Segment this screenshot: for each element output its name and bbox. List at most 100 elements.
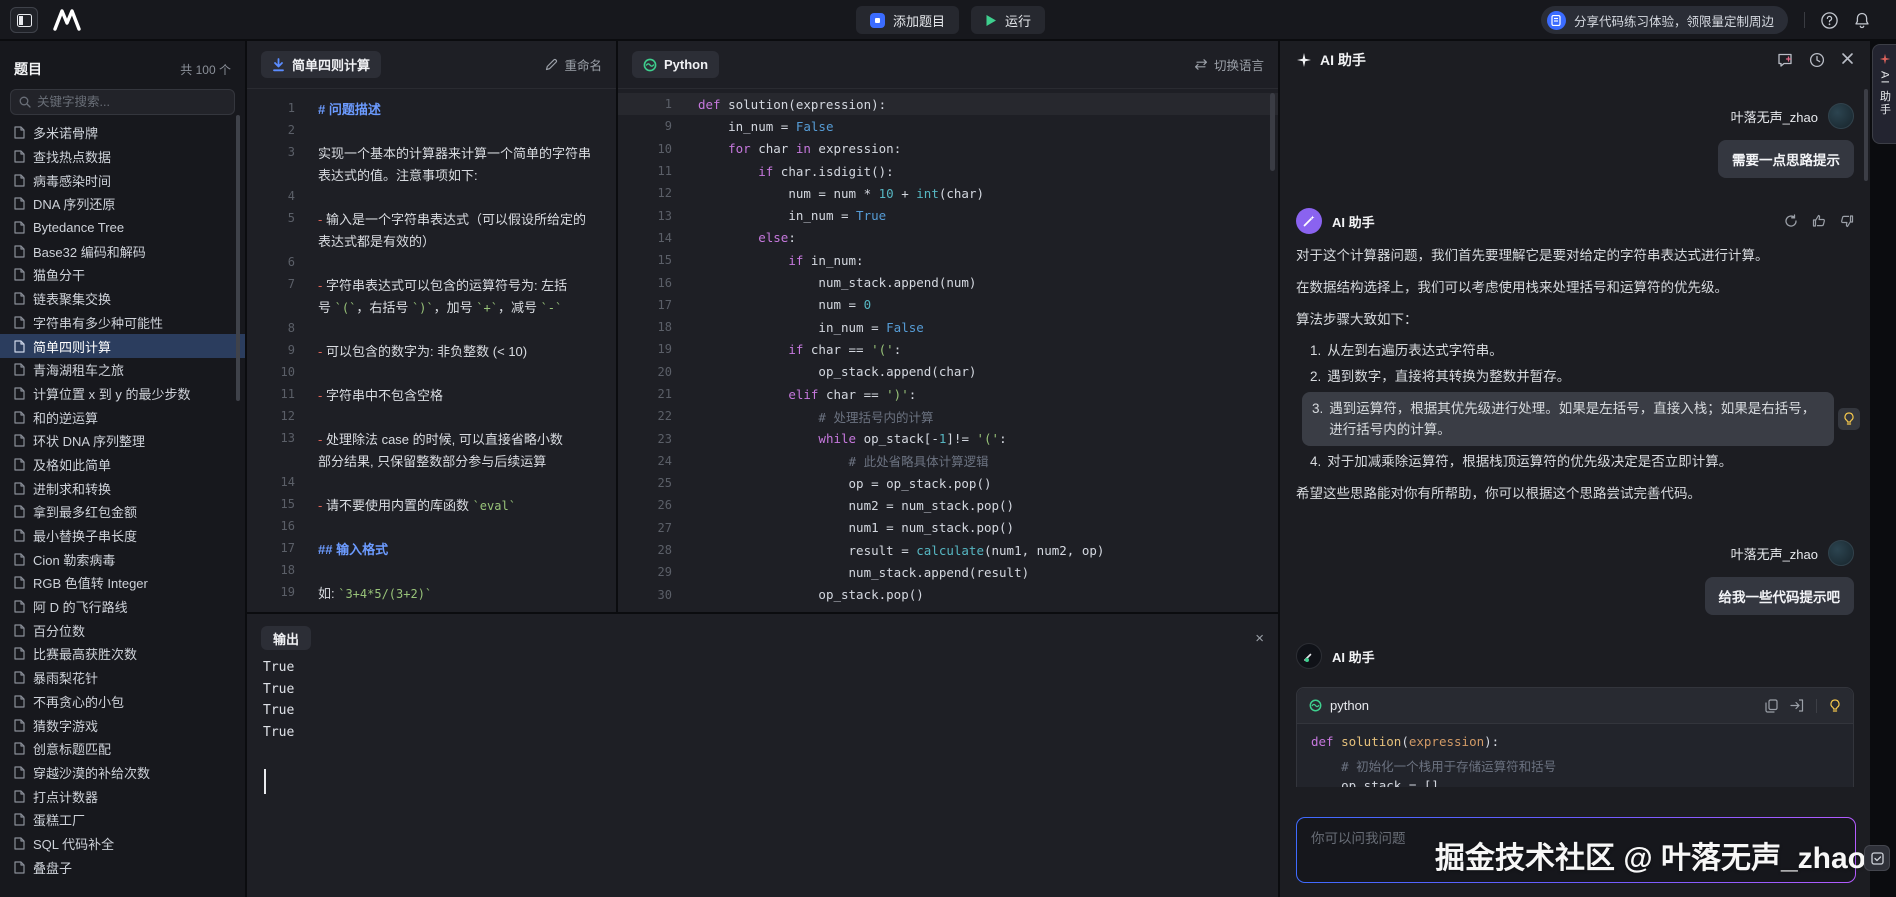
lightbulb-icon[interactable] (1829, 698, 1841, 713)
search-box[interactable] (10, 89, 235, 115)
sidebar-title: 题目 (14, 61, 42, 77)
thumbs-up-icon[interactable] (1812, 214, 1826, 228)
output-tab[interactable]: 输出 (261, 626, 312, 650)
copy-icon[interactable] (1765, 698, 1778, 713)
lightbulb-icon[interactable] (1838, 408, 1860, 430)
output-console[interactable]: True True True True (247, 650, 1278, 757)
markdown-line-text: 表达式的值。注意事项如下: (318, 167, 478, 183)
ai-question-input[interactable] (1311, 831, 1841, 846)
markdown-line: 7 - 字符串表达式可以包含的运算符号为: 左括 (247, 273, 616, 295)
sidebar-item[interactable]: 穿越沙漠的补给次数 (0, 761, 245, 785)
sidebar-item[interactable]: 环状 DNA 序列整理 (0, 429, 245, 453)
line-number: 17 (280, 541, 295, 555)
sidebar-item[interactable]: RGB 色值转 Integer (0, 571, 245, 595)
line-number: 11 (657, 164, 672, 179)
line-number: 1 (287, 101, 295, 115)
close-icon[interactable] (1841, 52, 1854, 68)
sidebar-item[interactable]: 简单四则计算 (0, 334, 245, 358)
sidebar-item[interactable]: 比赛最高获胜次数 (0, 642, 245, 666)
run-button[interactable]: 运行 (971, 6, 1046, 34)
rename-button[interactable]: 重命名 (545, 55, 602, 74)
ai-input-box[interactable] (1296, 817, 1856, 883)
sidebar-item[interactable]: Bytedance Tree (0, 216, 245, 240)
sidebar-item[interactable]: 查找热点数据 (0, 145, 245, 169)
sidebar-item[interactable]: 青海湖租车之旅 (0, 358, 245, 382)
markdown-line: 5 - 输入是一个字符串表达式（可以假设所给定的 (247, 207, 616, 229)
output-close-icon[interactable]: × (1255, 631, 1264, 646)
sidebar-item[interactable]: 和的逆运算 (0, 405, 245, 429)
switch-language-button[interactable]: 切换语言 (1194, 55, 1264, 74)
sidebar-item[interactable]: DNA 序列还原 (0, 192, 245, 216)
bell-icon[interactable] (1854, 12, 1870, 29)
markdown-line: 部分结果, 只保留整数部分参与后续运算 (247, 449, 616, 471)
sidebar-item[interactable]: 拿到最多红包金额 (0, 500, 245, 524)
floating-widget-button[interactable] (1864, 845, 1890, 871)
sidebar-item[interactable]: 字符串有多少种可能性 (0, 311, 245, 335)
markdown-line: 16 (247, 515, 616, 537)
sidebar-item-label: 计算位置 x 到 y 的最少步数 (33, 386, 191, 402)
markdown-line-text: 表达式都是有效的） (318, 233, 436, 249)
search-input[interactable] (37, 95, 226, 109)
share-banner[interactable]: 分享代码练习体验，领限量定制周边 (1540, 6, 1788, 34)
sidebar-item[interactable]: 多米诺骨牌 (0, 121, 245, 145)
app-window: 添加题目 运行 分享代码练习体验，领限量定制周边 题目 共 100 个 关键字搜… (0, 0, 1896, 897)
code-line: 12 num = num * 10 + int(char) (618, 182, 1278, 204)
add-question-button[interactable]: 添加题目 (856, 6, 960, 34)
new-chat-icon[interactable] (1777, 52, 1793, 68)
sidebar-scrollbar[interactable] (236, 115, 240, 401)
sidebar-item-label: 百分位数 (33, 623, 86, 639)
sidebar-item[interactable]: 打点计数器 (0, 784, 245, 808)
markdown-line: 表达式都是有效的） (247, 229, 616, 251)
file-icon (14, 647, 25, 661)
sidebar-toggle-button[interactable] (10, 7, 38, 33)
insert-code-icon[interactable] (1790, 699, 1804, 712)
markdown-editor[interactable]: 1 # 问题描述 2 3 实现一个基本的计算器来计算一个简单的字符串 表达式的值。注意事项… (247, 89, 616, 603)
sidebar-item[interactable]: 计算位置 x 到 y 的最少步数 (0, 382, 245, 406)
sidebar-item[interactable]: 不再贪心的小包 (0, 690, 245, 714)
sidebar-item[interactable]: 暴雨梨花针 (0, 666, 245, 690)
python-icon (1309, 699, 1322, 712)
file-icon (14, 837, 25, 850)
thumbs-down-icon[interactable] (1840, 214, 1854, 228)
sidebar-item[interactable]: 创意标题匹配 (0, 737, 245, 761)
sidebar-item[interactable]: Cion 勒索病毒 (0, 547, 245, 571)
output-line: True (263, 681, 295, 697)
language-tab[interactable]: Python (632, 51, 720, 78)
sidebar-item[interactable]: 阿 D 的飞行路线 (0, 595, 245, 619)
code-line: 18 in_num = False (618, 316, 1278, 338)
line-number: 4 (287, 189, 295, 203)
history-icon[interactable] (1809, 52, 1825, 68)
sidebar-item[interactable]: 猫鱼分干 (0, 263, 245, 287)
sidebar-item[interactable]: 病毒感染时间 (0, 168, 245, 192)
file-icon (14, 458, 25, 471)
sidebar-item[interactable]: 猜数字游戏 (0, 713, 245, 737)
code-editor-scrollbar[interactable] (1270, 93, 1275, 171)
ai-paragraph: 算法步骤大致如下： (1296, 312, 1418, 327)
file-icon (14, 126, 25, 139)
regenerate-icon[interactable] (1784, 214, 1798, 228)
divider (1816, 698, 1817, 713)
sidebar-item[interactable]: 蛋糕工厂 (0, 808, 245, 832)
sidebar-item-label: 字符串有多少种可能性 (33, 315, 164, 331)
sidebar-item[interactable]: 叠盘子 (0, 855, 245, 879)
line-number: 2 (287, 123, 295, 137)
output-tab-label: 输出 (273, 631, 300, 647)
code-editor[interactable]: 1 def solution(expression): 9 in_num = Fal… (618, 89, 1278, 610)
sidebar-item[interactable]: 链表聚集交换 (0, 287, 245, 311)
sidebar-item[interactable]: SQL 代码补全 (0, 832, 245, 856)
line-number: 20 (657, 364, 672, 379)
help-icon[interactable] (1821, 11, 1838, 29)
logo-icon (52, 9, 82, 31)
sidebar-item[interactable]: 最小替换子串长度 (0, 524, 245, 548)
markdown-line: 2 (247, 119, 616, 141)
sidebar-item[interactable]: 及格如此简单 (0, 453, 245, 477)
algorithm-step: 1. 从左到右遍历表达式字符串。 (1310, 340, 1854, 361)
sidebar-item[interactable]: 进制求和转换 (0, 476, 245, 500)
markdown-line-text: - 字符串表达式可以包含的运算符号为: 左括 (318, 277, 568, 293)
sidebar-item[interactable]: 百分位数 (0, 618, 245, 642)
ai-rail-tab[interactable]: AI 助手 (1872, 44, 1896, 144)
sidebar-item[interactable]: Base32 编码和解码 (0, 239, 245, 263)
ai-panel-scrollbar[interactable] (1864, 89, 1868, 181)
problem-tab[interactable]: 简单四则计算 (261, 51, 382, 78)
markdown-line-text: # 问题描述 (318, 101, 381, 117)
